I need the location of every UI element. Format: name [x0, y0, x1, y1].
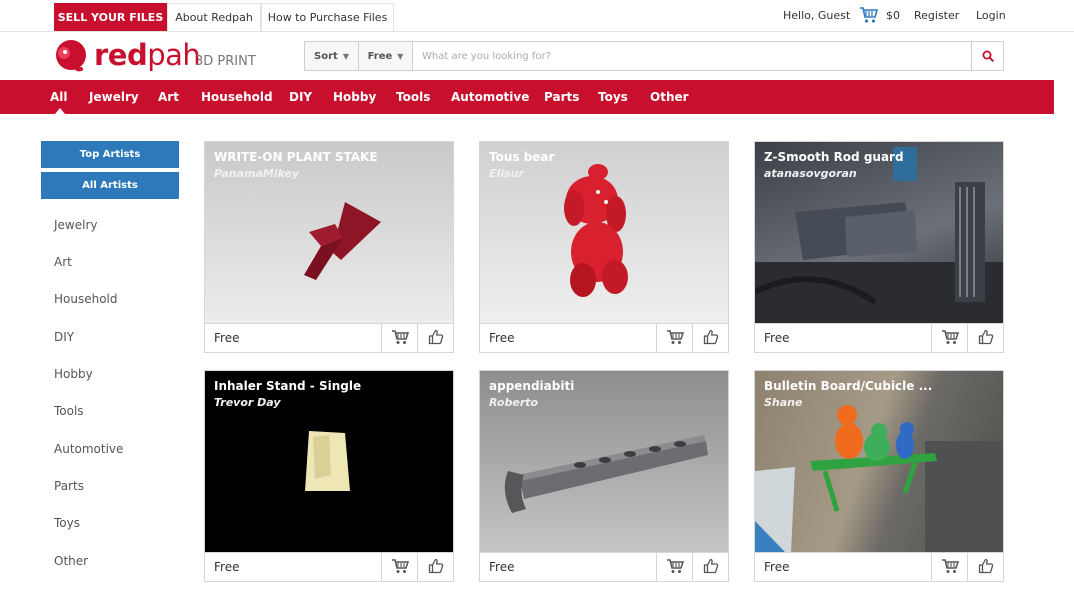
product-title[interactable]: Bulletin Board/Cubicle ...: [764, 379, 932, 393]
product-title[interactable]: WRITE-ON PLANT STAKE: [214, 150, 378, 164]
product-price: Free: [214, 560, 240, 574]
how-to-purchase-link[interactable]: How to Purchase Files: [261, 3, 394, 31]
cart-icon: [391, 558, 409, 578]
cart-icon: [666, 558, 684, 578]
brand-subtitle: 3D PRINT: [195, 54, 256, 69]
like-button[interactable]: [967, 553, 1003, 581]
sidebar-link-art[interactable]: Art: [54, 255, 72, 269]
product-card[interactable]: Z-Smooth Rod guard atanasovgoran Free: [754, 141, 1004, 353]
search-icon: [982, 47, 994, 66]
elephant-logo-icon[interactable]: [53, 39, 89, 75]
cart-icon[interactable]: [859, 6, 879, 27]
sidebar-link-automotive[interactable]: Automotive: [54, 442, 123, 456]
about-redpah-link[interactable]: About Redpah: [167, 3, 261, 31]
product-price: Free: [214, 331, 240, 345]
sort-dropdown[interactable]: Sort ▼: [305, 42, 359, 70]
thumbs-up-icon: [978, 558, 994, 578]
add-to-cart-button[interactable]: [931, 553, 967, 581]
product-price: Free: [489, 331, 515, 345]
price-filter-dropdown[interactable]: Free ▼: [359, 42, 413, 70]
product-title[interactable]: appendiabiti: [489, 379, 574, 393]
product-card[interactable]: Tous bear Elisur Free: [479, 141, 729, 353]
product-author[interactable]: atanasovgoran: [764, 167, 857, 180]
add-to-cart-button[interactable]: [381, 553, 417, 581]
top-artists-button[interactable]: Top Artists: [41, 141, 179, 168]
sidebar-link-household[interactable]: Household: [54, 292, 118, 306]
product-footer: Free: [480, 552, 728, 581]
category-tools[interactable]: Tools: [396, 80, 430, 114]
product-author[interactable]: Elisur: [489, 167, 524, 180]
register-link[interactable]: Register: [914, 9, 959, 22]
product-footer: Free: [480, 323, 728, 352]
product-card[interactable]: WRITE-ON PLANT STAKE PanamaMikey Free: [204, 141, 454, 353]
add-to-cart-button[interactable]: [931, 324, 967, 352]
category-automotive[interactable]: Automotive: [451, 80, 529, 114]
product-footer: Free: [755, 552, 1003, 581]
search-bar: Sort ▼ Free ▼: [304, 41, 1004, 71]
top-bar: SELL YOUR FILES About Redpah How to Purc…: [0, 0, 1074, 32]
thumbs-up-icon: [978, 329, 994, 349]
product-author[interactable]: Roberto: [489, 396, 538, 409]
sidebar-link-diy[interactable]: DIY: [54, 330, 74, 344]
product-card[interactable]: appendiabiti Roberto Free: [479, 370, 729, 582]
sidebar-link-jewelry[interactable]: Jewelry: [54, 218, 98, 232]
category-parts[interactable]: Parts: [544, 80, 579, 114]
product-title[interactable]: Inhaler Stand - Single: [214, 379, 361, 393]
category-household[interactable]: Household: [201, 80, 273, 114]
caret-down-icon: ▼: [342, 51, 349, 61]
thumbs-up-icon: [703, 329, 719, 349]
product-card[interactable]: Inhaler Stand - Single Trevor Day Free: [204, 370, 454, 582]
product-price: Free: [764, 331, 790, 345]
category-art[interactable]: Art: [158, 80, 179, 114]
sidebar-link-tools[interactable]: Tools: [54, 404, 84, 418]
sidebar-link-other[interactable]: Other: [54, 554, 88, 568]
login-link[interactable]: Login: [976, 9, 1006, 22]
category-other[interactable]: Other: [650, 80, 689, 114]
product-footer: Free: [205, 552, 453, 581]
like-button[interactable]: [967, 324, 1003, 352]
add-to-cart-button[interactable]: [381, 324, 417, 352]
product-author[interactable]: Trevor Day: [214, 396, 281, 409]
sidebar-link-hobby[interactable]: Hobby: [54, 367, 93, 381]
product-title[interactable]: Z-Smooth Rod guard: [764, 150, 904, 164]
add-to-cart-button[interactable]: [656, 553, 692, 581]
category-jewelry[interactable]: Jewelry: [89, 80, 139, 114]
cart-icon: [666, 329, 684, 349]
search-input[interactable]: [416, 42, 971, 70]
product-author[interactable]: PanamaMikey: [214, 167, 299, 180]
thumbs-up-icon: [703, 558, 719, 578]
product-card[interactable]: Bulletin Board/Cubicle ... Shane Free: [754, 370, 1004, 582]
brand-name[interactable]: redpah: [94, 38, 201, 72]
category-hobby[interactable]: Hobby: [333, 80, 376, 114]
product-price: Free: [764, 560, 790, 574]
greeting-text: Hello, Guest: [783, 9, 851, 22]
thumbs-up-icon: [428, 329, 444, 349]
add-to-cart-button[interactable]: [656, 324, 692, 352]
cart-icon: [941, 329, 959, 349]
cart-amount[interactable]: $0: [886, 9, 900, 22]
category-diy[interactable]: DIY: [289, 80, 312, 114]
category-toys[interactable]: Toys: [598, 80, 628, 114]
product-title[interactable]: Tous bear: [489, 150, 554, 164]
product-author[interactable]: Shane: [764, 396, 802, 409]
like-button[interactable]: [417, 553, 453, 581]
like-button[interactable]: [417, 324, 453, 352]
active-category-indicator: [55, 108, 65, 114]
sidebar-link-toys[interactable]: Toys: [54, 516, 80, 530]
search-button[interactable]: [971, 42, 1003, 70]
product-footer: Free: [755, 323, 1003, 352]
like-button[interactable]: [692, 324, 728, 352]
thumbs-up-icon: [428, 558, 444, 578]
cart-icon: [391, 329, 409, 349]
like-button[interactable]: [692, 553, 728, 581]
caret-down-icon: ▼: [397, 51, 404, 61]
all-artists-button[interactable]: All Artists: [41, 172, 179, 199]
cart-icon: [941, 558, 959, 578]
header: redpah 3D PRINT Sort ▼ Free ▼: [0, 32, 1074, 80]
sell-your-files-button[interactable]: SELL YOUR FILES: [54, 3, 167, 31]
sidebar-link-parts[interactable]: Parts: [54, 479, 84, 493]
category-nav: All Jewelry Art Household DIY Hobby Tool…: [0, 80, 1054, 114]
product-footer: Free: [205, 323, 453, 352]
product-price: Free: [489, 560, 515, 574]
